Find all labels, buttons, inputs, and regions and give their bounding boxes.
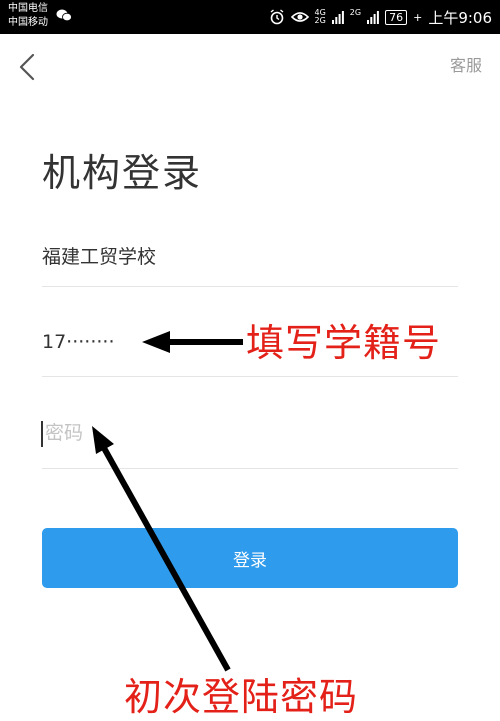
signal-icon — [331, 11, 344, 24]
eye-icon — [290, 12, 309, 22]
status-icons: 4G 2G 2G 76 + 上午9:06 — [269, 6, 492, 28]
school-selector[interactable]: 福建工贸学校 — [42, 242, 156, 269]
clock: 上午9:06 — [428, 8, 492, 27]
carrier-info: 中国电信 中国移动 — [8, 2, 48, 30]
divider-school — [42, 286, 458, 287]
status-bar: 中国电信 中国移动 4G 2G 2G 76 + 上午9:06 — [0, 0, 500, 34]
signal-icon-2 — [367, 11, 379, 24]
battery-icon: 76 — [385, 9, 408, 25]
chevron-left-icon — [19, 53, 35, 81]
annotation-password: 初次登陆密码 — [124, 675, 359, 719]
back-button[interactable] — [12, 50, 42, 84]
charging-icon: + — [413, 10, 423, 24]
network-type-1: 4G 2G — [314, 8, 326, 25]
login-button[interactable]: 登录 — [42, 528, 458, 588]
annotation-student-id: 填写学籍号 — [246, 321, 442, 365]
page-title: 机构登录 — [42, 151, 203, 195]
carrier-2: 中国移动 — [8, 17, 48, 28]
wechat-icon — [56, 9, 72, 22]
divider-student-id — [42, 376, 458, 377]
text-caret — [41, 421, 43, 447]
password-input[interactable] — [45, 419, 345, 447]
customer-service-link[interactable]: 客服 — [450, 52, 482, 76]
network-type-2: 2G — [349, 8, 362, 17]
divider-password — [42, 468, 458, 469]
carrier-1: 中国电信 — [8, 3, 48, 14]
alarm-icon — [270, 9, 283, 25]
